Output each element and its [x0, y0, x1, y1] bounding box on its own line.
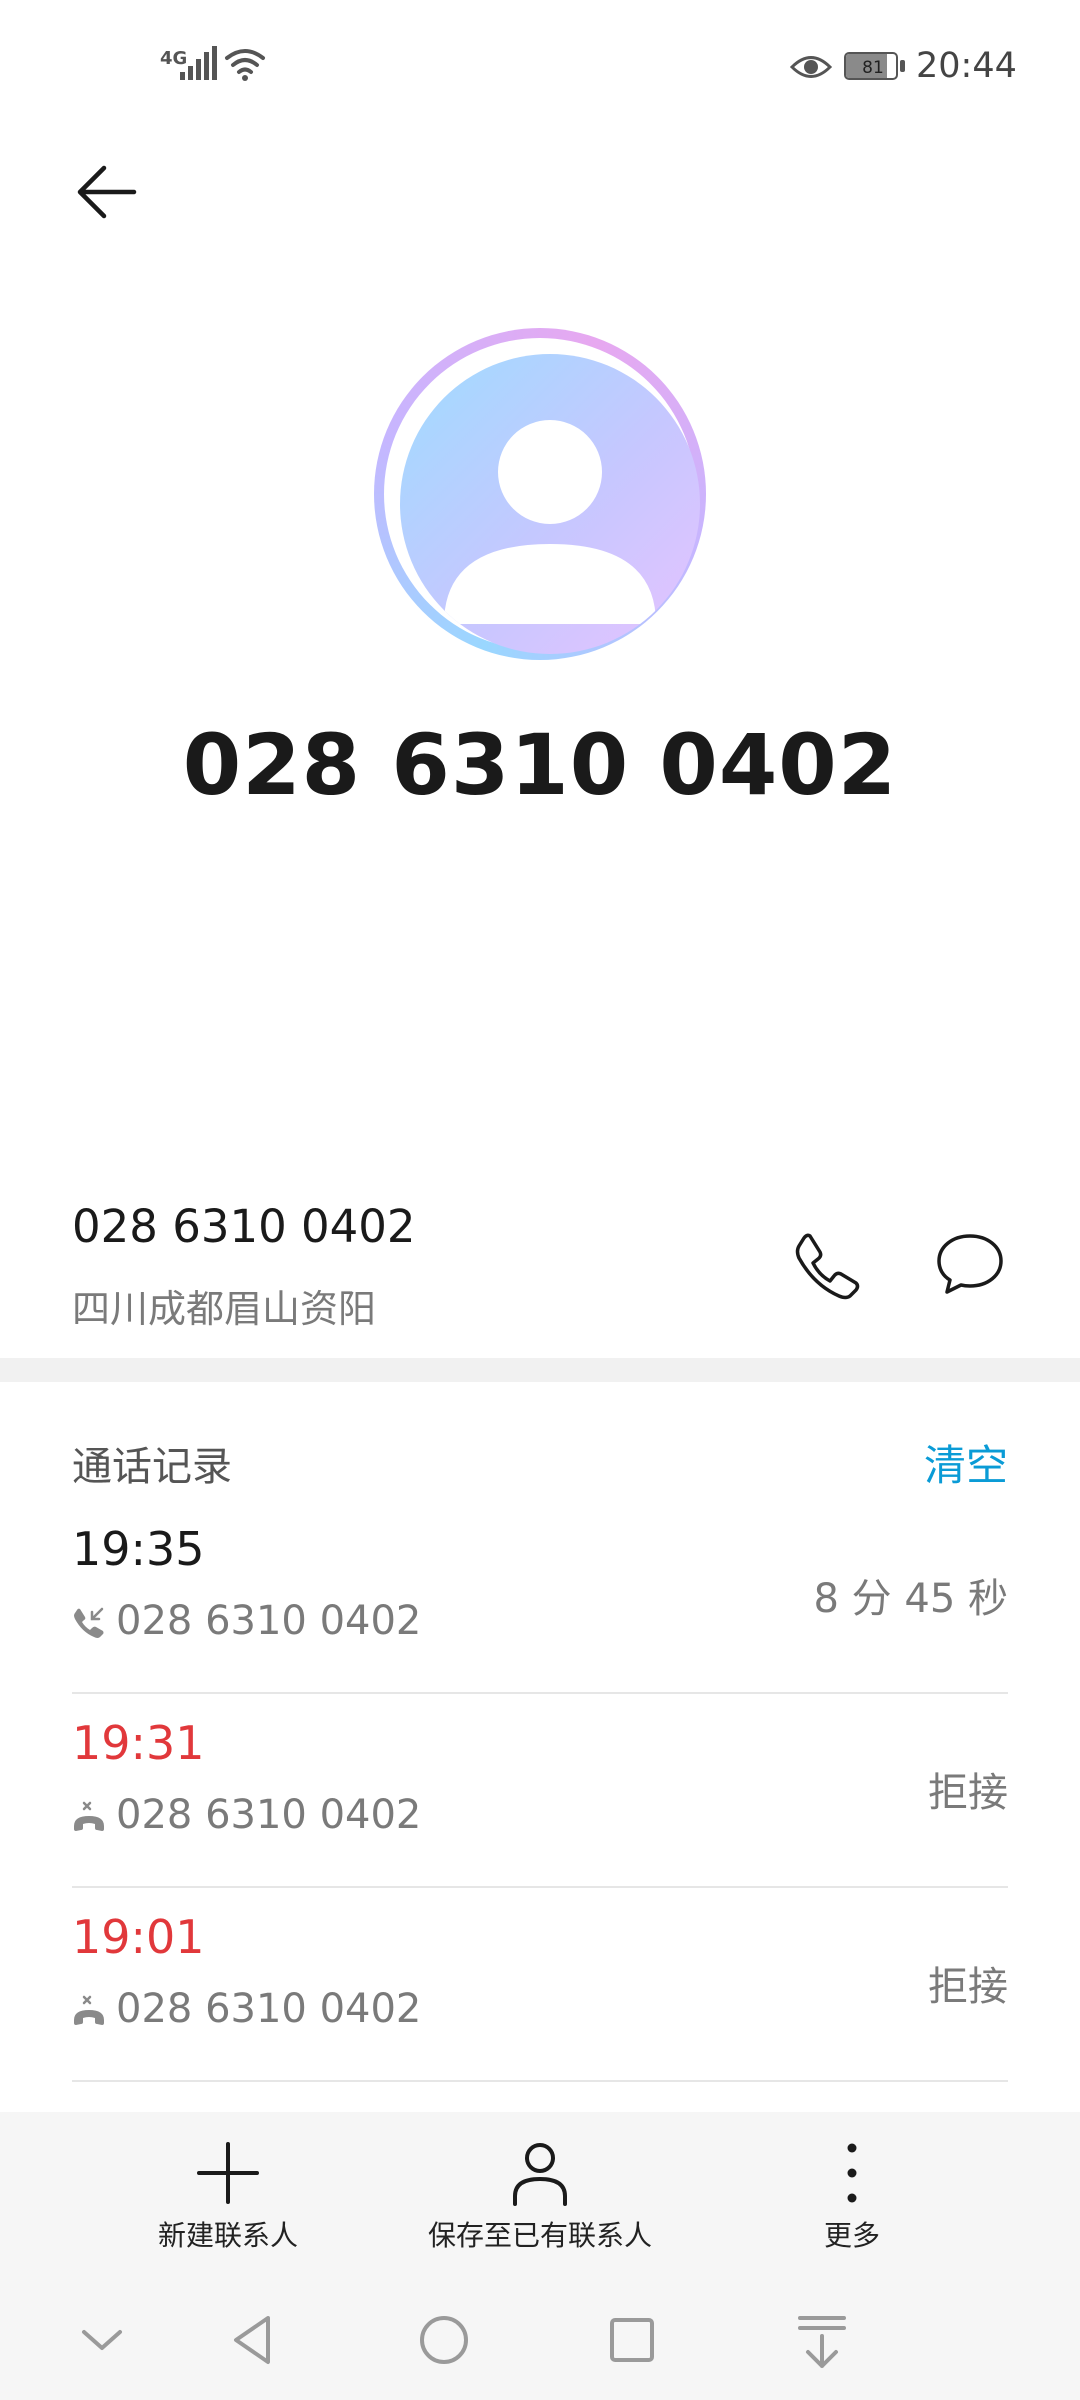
incoming-call-icon — [74, 1607, 104, 1638]
battery-indicator: 81 — [844, 52, 906, 82]
contact-number-title: 028 6310 0402 — [182, 716, 898, 814]
wifi-icon — [225, 49, 265, 81]
call-number: 028 6310 0402 — [116, 1598, 422, 1644]
notification-pull-down-icon[interactable] — [790, 2308, 854, 2372]
clock: 20:44 — [916, 46, 1017, 86]
nav-home-icon[interactable] — [412, 2308, 476, 2372]
call-log-row[interactable]: 19:31 028 6310 0402 拒接 — [72, 1694, 1008, 1888]
bottom-action-bar: 新建联系人 保存至已有联系人 更多 — [0, 2112, 1080, 2280]
battery-level: 81 — [862, 58, 884, 78]
call-number: 028 6310 0402 — [116, 1792, 422, 1838]
section-divider — [0, 1358, 1080, 1382]
call-time: 19:01 — [72, 1910, 205, 1964]
phone-number: 028 6310 0402 — [72, 1200, 416, 1253]
call-time: 19:35 — [72, 1522, 205, 1576]
back-arrow-icon[interactable] — [74, 160, 138, 224]
call-time: 19:31 — [72, 1716, 205, 1770]
new-contact-button[interactable]: 新建联系人 — [146, 2138, 310, 2254]
new-contact-label: 新建联系人 — [157, 2219, 298, 2252]
rejected-call-icon — [74, 1995, 104, 2025]
save-to-existing-label: 保存至已有联系人 — [427, 2219, 652, 2252]
call-number: 028 6310 0402 — [116, 1986, 422, 2032]
person-avatar-icon — [444, 420, 656, 624]
phone-location: 四川成都眉山资阳 — [72, 1287, 377, 1331]
call-duration: 8 分 45 秒 — [813, 1576, 1009, 1622]
eye-comfort-icon — [790, 56, 832, 78]
signal-icon — [180, 46, 217, 80]
more-label: 更多 — [823, 2219, 880, 2252]
call-status: 拒接 — [928, 1770, 1008, 1816]
nav-back-icon[interactable] — [222, 2308, 286, 2372]
message-bubble-icon[interactable] — [934, 1228, 1006, 1300]
call-status: 拒接 — [928, 1964, 1008, 2010]
call-log-row[interactable]: 19:35 028 6310 0402 8 分 45 秒 — [72, 1500, 1008, 1694]
system-navigation-bar — [0, 2280, 1080, 2400]
plus-icon — [197, 2142, 259, 2204]
rejected-call-icon — [74, 1801, 104, 1831]
more-vertical-icon — [847, 2143, 857, 2203]
more-button[interactable]: 更多 — [812, 2138, 892, 2254]
clear-call-log-button[interactable]: 清空 — [924, 1432, 1008, 1493]
call-log-title: 通话记录 — [72, 1444, 232, 1490]
nav-recents-icon[interactable] — [600, 2308, 664, 2372]
contact-avatar — [374, 328, 706, 660]
person-icon — [513, 2143, 567, 2206]
chevron-down-icon[interactable] — [70, 2308, 134, 2372]
save-to-existing-button[interactable]: 保存至已有联系人 — [414, 2138, 666, 2254]
call-log-row[interactable]: 19:01 028 6310 0402 拒接 — [72, 1888, 1008, 2082]
phone-icon[interactable] — [792, 1230, 862, 1300]
